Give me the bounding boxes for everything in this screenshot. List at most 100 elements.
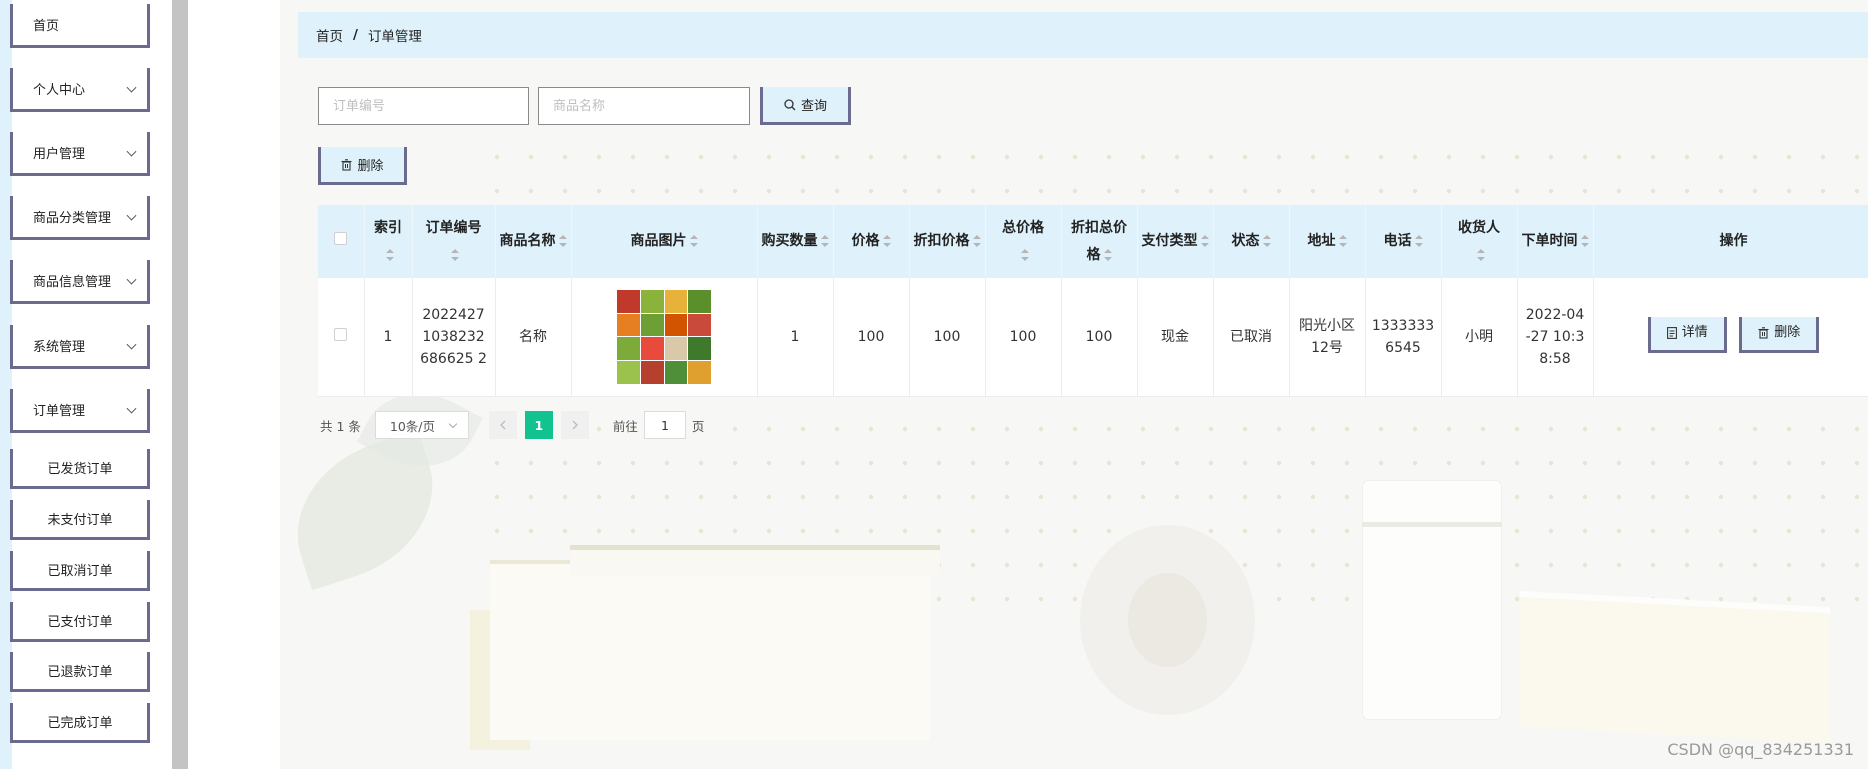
sidebar-subitem-label: 未支付订单 (47, 513, 113, 528)
column-header-discount-price[interactable]: 折扣价格 (909, 205, 986, 278)
row-delete-button[interactable]: 删除 (1739, 316, 1820, 353)
cell-total-price: 100 (985, 278, 1062, 397)
batch-delete-button[interactable]: 删除 (318, 147, 407, 185)
detail-button[interactable]: 详情 (1647, 316, 1727, 353)
sidebar-item-label: 订单管理 (33, 404, 86, 419)
sort-icon[interactable] (1338, 235, 1347, 247)
sort-icon[interactable] (972, 235, 981, 247)
column-header-total-price[interactable]: 总价格 (985, 205, 1062, 278)
sidebar-item-label: 用户管理 (33, 147, 86, 162)
chevron-down-icon (448, 419, 458, 429)
sort-icon[interactable] (1200, 235, 1209, 247)
sidebar-subitem-label: 已退款订单 (47, 665, 113, 680)
column-header-discount-total[interactable]: 折扣总价格 (1061, 205, 1138, 278)
cell-actions: 详情 删除 (1593, 278, 1868, 397)
sort-icon[interactable] (1476, 248, 1485, 261)
sidebar-subitem-refunded-orders[interactable]: 已退款订单 (10, 652, 150, 692)
sidebar-item-order-management[interactable]: 订单管理 (10, 389, 150, 433)
column-header-pay-type[interactable]: 支付类型 (1137, 205, 1214, 278)
sidebar-subitem-label: 已发货订单 (47, 462, 113, 477)
query-button[interactable]: 查询 (760, 87, 851, 125)
cell-quantity: 1 (757, 278, 834, 397)
column-header-quantity[interactable]: 购买数量 (757, 205, 834, 278)
column-header-order-no[interactable]: 订单编号 (412, 205, 496, 278)
sort-icon[interactable] (558, 235, 567, 247)
sidebar-item-user-management[interactable]: 用户管理 (10, 132, 150, 176)
sort-icon[interactable] (1414, 235, 1423, 247)
sidebar-item-label: 商品信息管理 (33, 275, 112, 290)
row-select-cell (318, 278, 365, 397)
column-header-order-time[interactable]: 下单时间 (1517, 205, 1594, 278)
column-header-receiver[interactable]: 收货人 (1441, 205, 1518, 278)
sidebar-subitem-unpaid-orders[interactable]: 未支付订单 (10, 500, 150, 540)
breadcrumb-home[interactable]: 首页 (316, 25, 343, 45)
column-header-status[interactable]: 状态 (1213, 205, 1290, 278)
order-table: 索引 订单编号 商品名称 商品图片 购买数量 价格 折扣价格 总价格 折扣总价格… (318, 205, 1868, 397)
goto-page-input[interactable] (643, 411, 686, 439)
product-name-search-input[interactable] (538, 87, 750, 125)
sidebar-subitem-shipped-orders[interactable]: 已发货订单 (10, 449, 150, 489)
cell-order-time: 2022-04-27 10:38:58 (1517, 278, 1594, 397)
column-header-product-image[interactable]: 商品图片 (571, 205, 758, 278)
breadcrumb-current: 订单管理 (367, 29, 422, 45)
table-row: 1 20224271038232686625 2 名称 1 100 100 10… (318, 278, 1868, 397)
page-number-button[interactable]: 1 (524, 411, 553, 439)
column-header-address[interactable]: 地址 (1289, 205, 1366, 278)
ring-decoration (1080, 525, 1255, 715)
chevron-down-icon (126, 82, 137, 93)
search-icon (784, 98, 796, 110)
select-all-checkbox[interactable] (334, 232, 348, 245)
query-button-label: 查询 (800, 99, 827, 114)
sort-icon[interactable] (1580, 235, 1589, 247)
sort-icon[interactable] (1020, 248, 1029, 261)
select-all-header (318, 205, 365, 278)
pagination-total: 共 1 条 (320, 418, 361, 434)
sidebar-subitem-label: 已完成订单 (47, 716, 113, 731)
sort-icon[interactable] (451, 248, 459, 261)
sidebar-item-category-management[interactable]: 商品分类管理 (10, 196, 150, 240)
cell-index: 1 (364, 278, 413, 397)
sort-icon[interactable] (882, 235, 891, 247)
cell-phone: 13333336545 (1365, 278, 1442, 397)
sidebar-item-personal-center[interactable]: 个人中心 (10, 68, 150, 112)
sort-icon[interactable] (689, 235, 698, 247)
sidebar-subitem-paid-orders[interactable]: 已支付订单 (10, 602, 150, 642)
trash-icon (1758, 327, 1769, 339)
column-header-product-name[interactable]: 商品名称 (495, 205, 572, 278)
product-image[interactable] (617, 289, 711, 384)
sort-icon[interactable] (1103, 248, 1112, 261)
column-header-index[interactable]: 索引 (364, 205, 413, 278)
sidebar-subitem-cancelled-orders[interactable]: 已取消订单 (10, 551, 150, 591)
sidebar-item-home[interactable]: 首页 (10, 4, 150, 48)
sidebar-scrollbar[interactable] (172, 0, 188, 769)
chevron-down-icon (126, 274, 137, 285)
cylinder-cap-decoration (1362, 522, 1502, 527)
page-size-select[interactable]: 10条/页 (374, 411, 469, 439)
sort-icon[interactable] (385, 248, 394, 261)
order-no-search-input[interactable] (318, 87, 529, 125)
sidebar-subitem-label: 已取消订单 (47, 564, 113, 579)
cell-pay-type: 现金 (1137, 278, 1214, 397)
sidebar-item-label: 商品分类管理 (33, 211, 112, 226)
column-header-price[interactable]: 价格 (833, 205, 910, 278)
sidebar-item-product-management[interactable]: 商品信息管理 (10, 260, 150, 304)
breadcrumb: 首页 / 订单管理 (298, 12, 1868, 58)
sidebar-item-label: 首页 (33, 19, 60, 34)
cell-product-name: 名称 (495, 278, 572, 397)
column-header-actions: 操作 (1593, 205, 1868, 278)
cell-discount-price: 100 (909, 278, 986, 397)
page-size-value: 10条/页 (389, 418, 436, 434)
next-page-button[interactable] (560, 411, 589, 439)
sidebar-subitem-label: 已支付订单 (47, 615, 113, 630)
column-header-phone[interactable]: 电话 (1365, 205, 1442, 278)
cell-product-image (571, 278, 758, 397)
sort-icon[interactable] (1262, 235, 1271, 247)
sidebar-subitem-completed-orders[interactable]: 已完成订单 (10, 703, 150, 743)
cell-discount-total: 100 (1061, 278, 1138, 397)
sidebar-item-system-management[interactable]: 系统管理 (10, 325, 150, 369)
sort-icon[interactable] (820, 235, 829, 247)
prev-page-button[interactable] (488, 411, 517, 439)
document-icon (1666, 327, 1677, 340)
row-checkbox[interactable] (334, 327, 348, 341)
book-decoration (1520, 596, 1830, 744)
